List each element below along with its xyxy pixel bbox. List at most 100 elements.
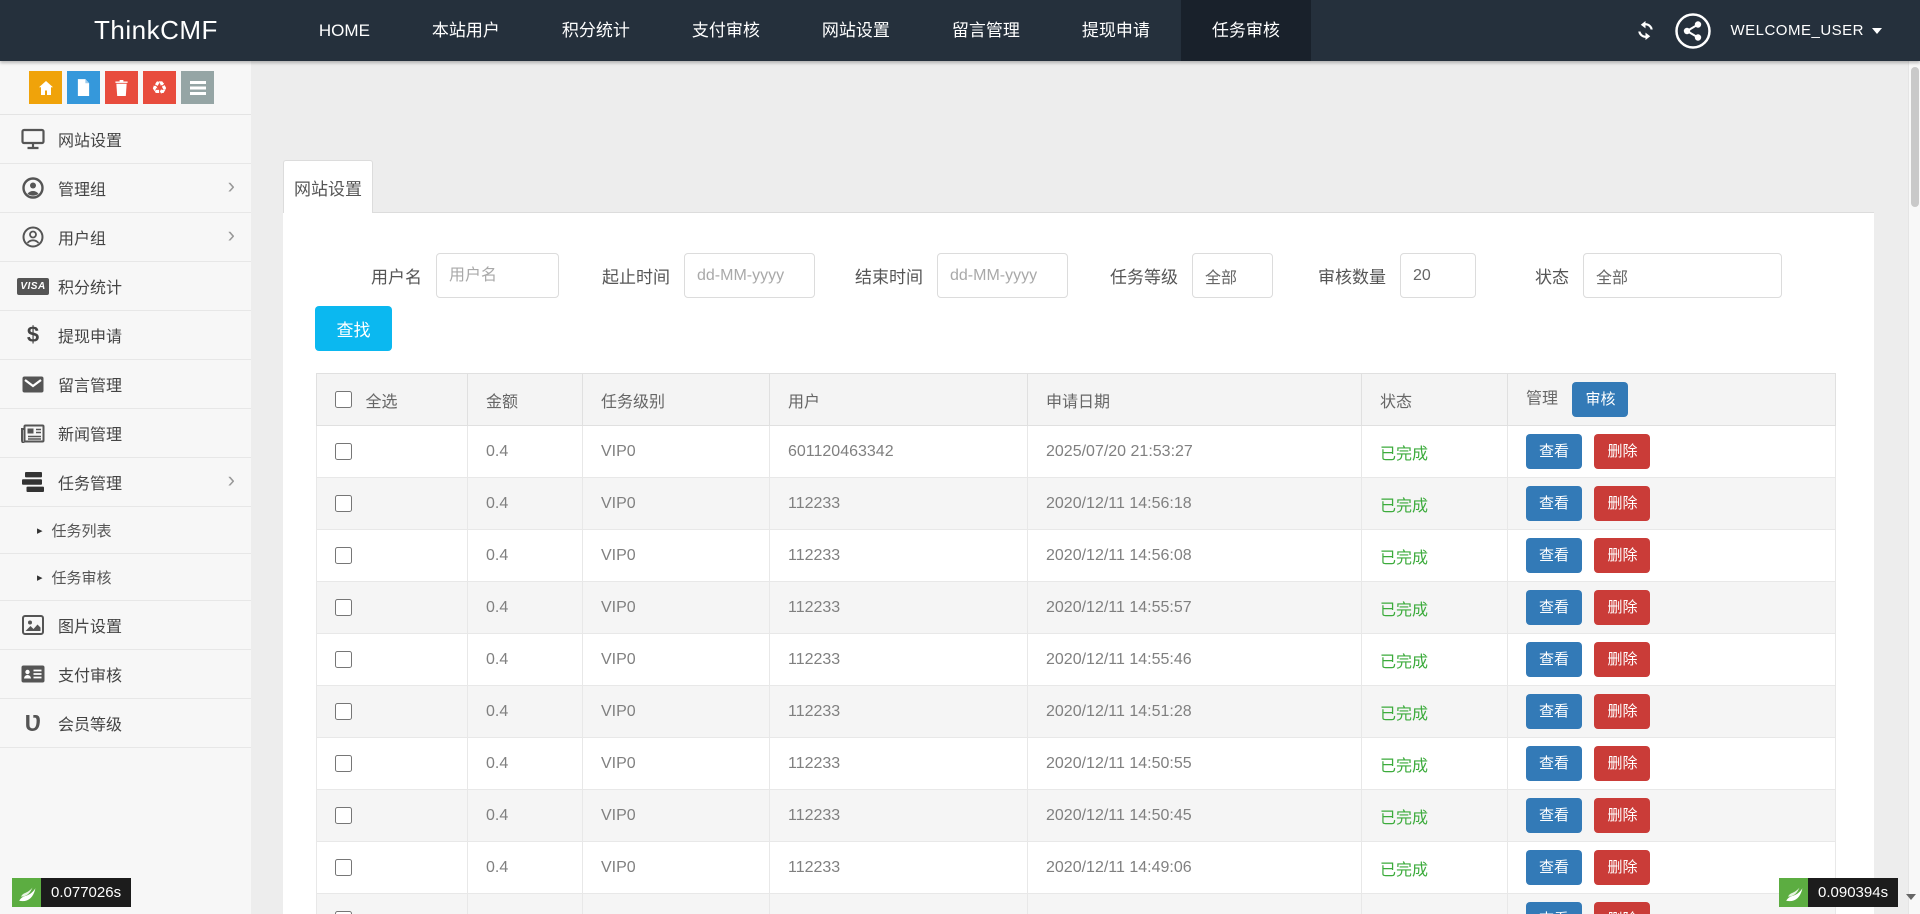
row-checkbox[interactable] — [335, 859, 352, 876]
nav-item-home[interactable]: HOME — [288, 0, 401, 61]
sidebar-item-payment-audit[interactable]: 支付审核 — [0, 650, 251, 699]
sidebar-item-label: 任务管理 — [58, 470, 122, 494]
view-button[interactable]: 查看 — [1526, 746, 1582, 781]
vertical-scrollbar[interactable] — [1908, 61, 1920, 914]
delete-button[interactable]: 删除 — [1594, 538, 1650, 573]
chevron-right-icon: › — [228, 224, 235, 246]
welcome-user-dropdown[interactable]: WELCOME_USER — [1730, 22, 1882, 39]
table-row: 0.4 VIP0 112233 2020/12/11 14:56:18 已完成 … — [317, 478, 1836, 530]
sidebar-item-member-level[interactable]: Ʋ 会员等级 — [0, 699, 251, 748]
cell-user: 112233 — [770, 842, 1028, 894]
view-button[interactable]: 查看 — [1526, 798, 1582, 833]
recycle-quick-button[interactable]: ♻ — [143, 71, 176, 104]
nav-item-payment-audit[interactable]: 支付审核 — [661, 0, 791, 61]
cell-date: 2020/12/11 14:50:45 — [1028, 790, 1362, 842]
audit-count-input[interactable] — [1400, 253, 1476, 298]
sidebar-item-points-stats[interactable]: VISA 积分统计 — [0, 262, 251, 311]
view-button[interactable]: 查看 — [1526, 694, 1582, 729]
sidebar-item-task-list[interactable]: ▸ 任务列表 — [0, 507, 251, 554]
refresh-icon[interactable] — [1635, 20, 1656, 41]
trace-toggle-caret-icon[interactable] — [1906, 894, 1916, 900]
delete-button[interactable]: 删除 — [1594, 746, 1650, 781]
nav-item-label: 提现申请 — [1082, 21, 1150, 40]
nav-item-label: 本站用户 — [432, 21, 500, 40]
cell-status: 已完成 — [1362, 790, 1508, 842]
thinkphp-leaf-icon[interactable] — [1779, 878, 1808, 907]
delete-button[interactable]: 删除 — [1594, 850, 1650, 885]
row-checkbox[interactable] — [335, 703, 352, 720]
view-button[interactable]: 查看 — [1526, 486, 1582, 521]
list-quick-button[interactable] — [181, 71, 214, 104]
tab-site-settings[interactable]: 网站设置 — [283, 160, 373, 213]
avatar-share-nodes-icon[interactable] — [1674, 12, 1712, 50]
delete-button[interactable]: 删除 — [1594, 798, 1650, 833]
filter-username: 用户名 — [371, 253, 559, 298]
home-quick-button[interactable] — [29, 71, 62, 104]
filter-start-time: 起止时间 — [602, 253, 815, 298]
delete-button[interactable]: 删除 — [1594, 590, 1650, 625]
username-input[interactable] — [436, 253, 559, 298]
view-button[interactable]: 查看 — [1526, 642, 1582, 677]
sidebar-item-label: 任务审核 — [52, 567, 112, 588]
nav-item-task-audit[interactable]: 任务审核 — [1181, 0, 1311, 61]
view-button[interactable]: 查看 — [1526, 850, 1582, 885]
sidebar-item-image-settings[interactable]: 图片设置 — [0, 601, 251, 650]
cell-status: 已完成 — [1362, 686, 1508, 738]
delete-button[interactable]: 删除 — [1594, 486, 1650, 521]
scrollbar-thumb[interactable] — [1911, 67, 1919, 207]
caret-right-icon: ▸ — [37, 524, 43, 537]
nav-item-withdraw-request[interactable]: 提现申请 — [1051, 0, 1181, 61]
thinkphp-leaf-icon[interactable] — [12, 878, 41, 907]
sidebar-item-message-manage[interactable]: 留言管理 — [0, 360, 251, 409]
select-all-checkbox[interactable] — [335, 391, 352, 408]
sidebar-item-withdraw-request[interactable]: $ 提现申请 — [0, 311, 251, 360]
brand-logo[interactable]: ThinkCMF — [94, 15, 218, 46]
row-checkbox[interactable] — [335, 807, 352, 824]
view-button[interactable]: 查看 — [1526, 902, 1582, 914]
cell-checkbox — [317, 894, 468, 914]
sidebar-item-news-manage[interactable]: 新闻管理 — [0, 409, 251, 458]
sidebar-item-user-group[interactable]: 用户组 › — [0, 213, 251, 262]
search-button[interactable]: 查找 — [315, 306, 392, 351]
table-row: 0.4 VIP0 112233 2020/12/11 14:56:08 已完成 … — [317, 530, 1836, 582]
nav-item-message-manage[interactable]: 留言管理 — [921, 0, 1051, 61]
cell-checkbox — [317, 582, 468, 634]
sidebar-item-admin-group[interactable]: 管理组 › — [0, 164, 251, 213]
cell-manage: 查看 删除 — [1508, 530, 1836, 582]
task-level-select[interactable]: 全部 — [1192, 253, 1273, 298]
table-row: 查看 删除 — [317, 894, 1836, 914]
nav-item-points-stats[interactable]: 积分统计 — [531, 0, 661, 61]
sidebar-item-task-audit[interactable]: ▸ 任务审核 — [0, 554, 251, 601]
row-checkbox[interactable] — [335, 443, 352, 460]
trash-quick-button[interactable] — [105, 71, 138, 104]
sidebar-item-task-manage[interactable]: 任务管理 › — [0, 458, 251, 507]
start-time-label: 起止时间 — [602, 263, 670, 288]
row-checkbox[interactable] — [335, 651, 352, 668]
row-checkbox[interactable] — [335, 495, 352, 512]
cell-user — [770, 894, 1028, 914]
file-quick-button[interactable] — [67, 71, 100, 104]
cell-level: VIP0 — [583, 426, 770, 478]
delete-button[interactable]: 删除 — [1594, 694, 1650, 729]
start-time-input[interactable] — [684, 253, 815, 298]
view-button[interactable]: 查看 — [1526, 434, 1582, 469]
row-checkbox[interactable] — [335, 599, 352, 616]
delete-button[interactable]: 删除 — [1594, 642, 1650, 677]
cell-amount: 0.4 — [468, 686, 583, 738]
row-checkbox[interactable] — [335, 547, 352, 564]
header-manage: 管理 审核 — [1508, 374, 1836, 426]
status-select[interactable]: 全部 — [1583, 253, 1782, 298]
nav-item-site-settings[interactable]: 网站设置 — [791, 0, 921, 61]
row-checkbox[interactable] — [335, 755, 352, 772]
sidebar-item-site-settings[interactable]: 网站设置 — [0, 115, 251, 164]
filter-end-time: 结束时间 — [855, 253, 1068, 298]
delete-button[interactable]: 删除 — [1594, 434, 1650, 469]
nav-item-site-users[interactable]: 本站用户 — [401, 0, 531, 61]
end-time-input[interactable] — [937, 253, 1068, 298]
delete-button[interactable]: 删除 — [1594, 902, 1650, 914]
view-button[interactable]: 查看 — [1526, 590, 1582, 625]
audit-button[interactable]: 审核 — [1572, 382, 1628, 417]
user-circle-outline-icon — [18, 226, 48, 248]
view-button[interactable]: 查看 — [1526, 538, 1582, 573]
cell-level: VIP0 — [583, 530, 770, 582]
